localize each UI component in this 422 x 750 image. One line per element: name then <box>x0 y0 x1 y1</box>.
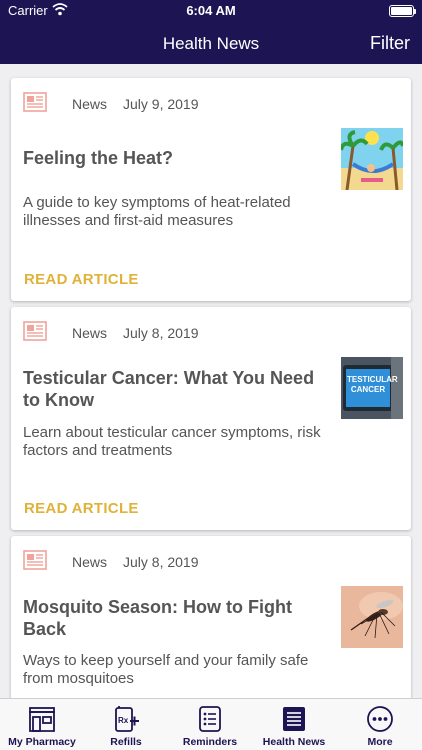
tab-label: Health News <box>262 736 326 748</box>
article-card[interactable]: News July 9, 2019 Feeling the Heat? A gu… <box>11 78 411 301</box>
clock: 6:04 AM <box>186 3 236 18</box>
article-date: July 8, 2019 <box>123 325 199 341</box>
tablet-screen-text: TESTICULAR CANCER <box>347 375 398 394</box>
tab-label: Refills <box>110 736 142 748</box>
tab-label: More <box>367 736 393 748</box>
article-category: News <box>72 325 108 341</box>
tab-label: My Pharmacy <box>8 736 76 748</box>
article-title[interactable]: Feeling the Heat? <box>23 147 323 169</box>
article-list[interactable]: News July 9, 2019 Feeling the Heat? A gu… <box>0 64 422 698</box>
article-title[interactable]: Mosquito Season: How to Fight Back <box>23 596 323 640</box>
storefront-icon <box>29 707 55 732</box>
status-bar: Carrier 6:04 AM <box>0 0 422 22</box>
article-summary: Ways to keep yourself and your family sa… <box>23 652 309 687</box>
tab-health-news[interactable]: Health News <box>252 699 336 750</box>
testicular-cancer-tablet-image: TESTICULAR CANCER <box>341 357 403 419</box>
rx-plus-icon: Rx <box>115 706 139 732</box>
battery-icon <box>389 5 416 17</box>
checklist-icon <box>199 706 221 732</box>
mosquito-on-skin-image <box>341 586 403 648</box>
article-summary: A guide to key symptoms of heat-related … <box>23 194 291 229</box>
filter-button[interactable]: Filter <box>370 33 410 54</box>
tab-refills[interactable]: Rx Refills <box>84 699 168 750</box>
article-category: News <box>72 96 108 112</box>
tab-label: Reminders <box>182 736 238 748</box>
read-article-link[interactable]: READ ARTICLE <box>24 271 139 288</box>
article-category: News <box>72 554 108 570</box>
article-date: July 9, 2019 <box>123 96 199 112</box>
article-card[interactable]: News July 8, 2019 Testicular Cancer: Wha… <box>11 307 411 530</box>
page-title: Health News <box>162 34 260 53</box>
article-date: July 8, 2019 <box>123 554 199 570</box>
news-icon <box>23 321 47 341</box>
newspaper-icon <box>283 707 305 731</box>
tab-more[interactable]: More <box>338 699 422 750</box>
svg-text:Rx: Rx <box>118 716 129 725</box>
tab-reminders[interactable]: Reminders <box>168 699 252 750</box>
beach-hammock-image <box>341 128 403 190</box>
read-article-link[interactable]: READ ARTICLE <box>24 500 139 517</box>
top-bar: Carrier 6:04 AM Health News Filter <box>0 0 422 64</box>
article-summary: Learn about testicular cancer symptoms, … <box>23 424 321 459</box>
more-dots-icon <box>367 706 393 732</box>
tab-bar: My Pharmacy Rx Refills Reminders Health … <box>0 698 422 750</box>
news-icon <box>23 92 47 112</box>
article-card[interactable]: News July 8, 2019 Mosquito Season: How t… <box>11 536 411 698</box>
tab-my-pharmacy[interactable]: My Pharmacy <box>0 699 84 750</box>
article-title[interactable]: Testicular Cancer: What You Need to Know <box>23 367 323 411</box>
news-icon <box>23 550 47 570</box>
